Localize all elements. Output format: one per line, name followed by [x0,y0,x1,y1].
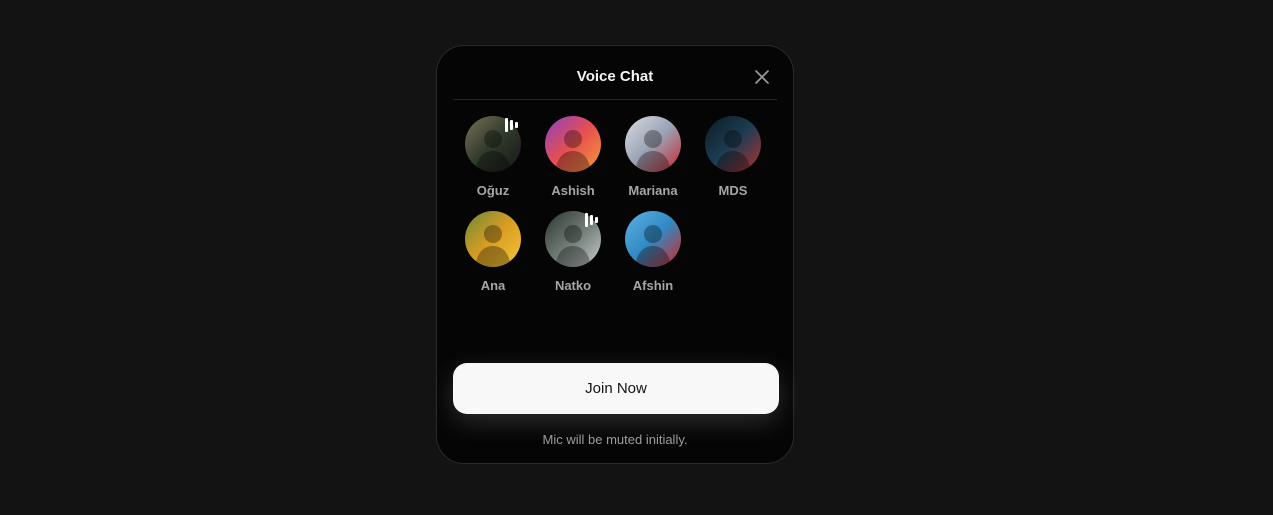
avatar [545,116,601,172]
participant-tile[interactable]: Ana [453,211,533,294]
close-button[interactable] [753,68,771,86]
avatar-wrapper [625,211,681,267]
avatar-wrapper [705,116,761,172]
participant-name: Oğuz [476,183,510,198]
avatar-wrapper [465,116,521,172]
dialog-title: Voice Chat [576,68,654,85]
participant-name: Mariana [628,183,678,198]
voice-chat-dialog: Voice Chat Oğuz Ashish Mariana MDS Ana Natko A… [436,45,794,464]
participant-tile[interactable]: Natko [533,211,613,294]
avatar-wrapper [465,211,521,267]
speaking-indicator-icon [505,118,518,132]
participant-tile[interactable]: Mariana [613,116,693,199]
avatar-wrapper [545,211,601,267]
avatar [705,116,761,172]
avatar [625,211,681,267]
speaking-indicator-icon [585,213,598,227]
participant-name: Natko [554,278,592,293]
participant-name: Afshin [632,278,674,293]
avatar-wrapper [545,116,601,172]
join-now-button[interactable]: Join Now [453,363,779,414]
dialog-header: Voice Chat [453,46,777,100]
participant-name: Ana [480,278,506,293]
participant-tile[interactable]: Ashish [533,116,613,199]
participant-name: MDS [718,183,748,198]
participant-tile[interactable]: Afshin [613,211,693,294]
participant-name: Ashish [551,183,595,198]
participant-tile[interactable]: MDS [693,116,773,199]
avatar [625,116,681,172]
avatar [465,211,521,267]
mic-muted-hint: Mic will be muted initially. [542,432,688,447]
participant-tile[interactable]: Oğuz [453,116,533,199]
close-icon [755,70,769,84]
avatar-wrapper [625,116,681,172]
participant-grid: Oğuz Ashish Mariana MDS Ana Natko Afshin [453,116,779,294]
